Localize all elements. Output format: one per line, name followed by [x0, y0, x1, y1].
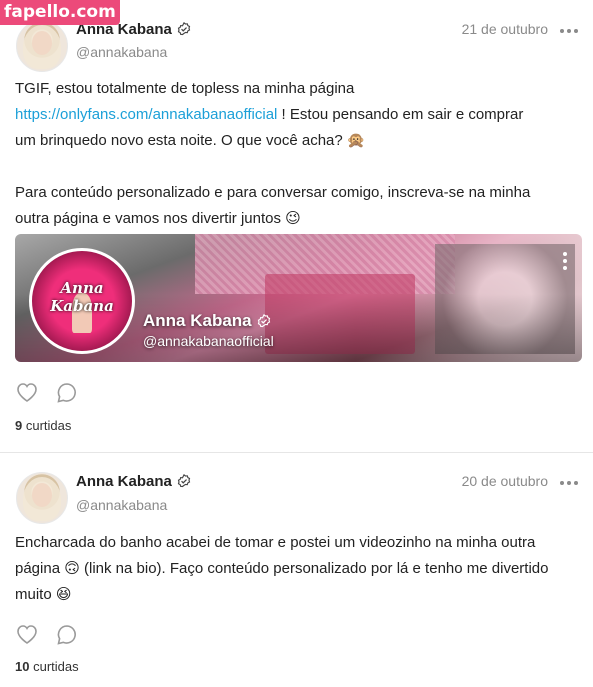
likes-count[interactable]: 10 curtidas: [15, 659, 79, 674]
profile-card[interactable]: Anna Kabana Anna Kabana @annakabanaoffic…: [15, 234, 582, 362]
verified-check-icon: [177, 474, 191, 488]
heart-icon[interactable]: [15, 623, 39, 645]
post-text: TGIF, estou totalmente de topless na min…: [15, 80, 531, 227]
more-dots-icon[interactable]: [559, 476, 579, 490]
post-text: Encharcada do banho acabei de tomar e po…: [15, 534, 549, 603]
post: Anna Kabana @annakabana 21 de outubro TG…: [0, 0, 593, 453]
card-avatar[interactable]: Anna Kabana: [29, 248, 135, 354]
card-name[interactable]: Anna Kabana: [143, 311, 271, 331]
author-handle[interactable]: @annakabana: [76, 44, 167, 60]
more-dots-icon[interactable]: [559, 24, 579, 38]
card-more-icon[interactable]: [562, 252, 568, 270]
avatar[interactable]: [16, 472, 68, 524]
onlyfans-link[interactable]: https://onlyfans.com/annakabanaofficial: [15, 106, 277, 123]
post-actions: [15, 381, 95, 405]
post-date[interactable]: 20 de outubro: [462, 473, 548, 489]
author-handle[interactable]: @annakabana: [76, 497, 167, 513]
avatar[interactable]: [16, 20, 68, 72]
verified-check-icon: [257, 314, 270, 328]
comment-icon[interactable]: [55, 623, 79, 647]
comment-icon[interactable]: [55, 381, 79, 405]
author-name[interactable]: Anna Kabana: [76, 473, 191, 490]
heart-icon[interactable]: [15, 381, 39, 403]
card-handle[interactable]: @annakabanaofficial: [143, 333, 274, 349]
post-actions: [15, 623, 95, 647]
likes-count[interactable]: 9 curtidas: [15, 418, 71, 433]
card-logo: Anna Kabana: [50, 279, 114, 315]
post-date[interactable]: 21 de outubro: [462, 21, 548, 37]
site-watermark: fapello.com: [0, 0, 120, 25]
verified-check-icon: [177, 22, 191, 36]
post: Anna Kabana @annakabana 20 de outubro En…: [0, 452, 593, 687]
